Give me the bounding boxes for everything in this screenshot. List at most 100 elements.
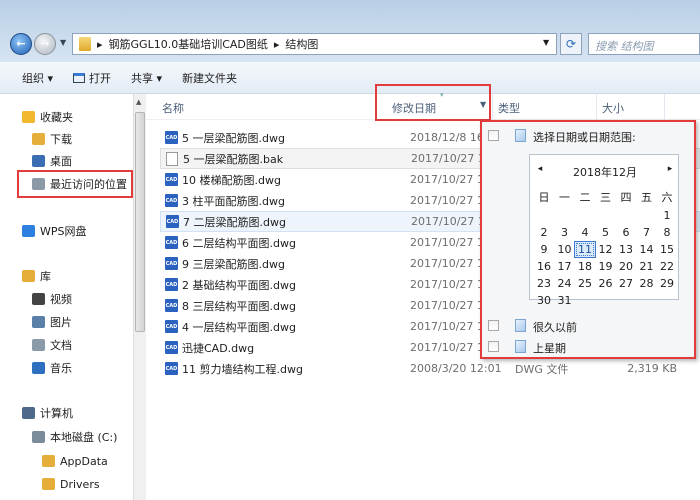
calendar-day[interactable]: 12: [596, 243, 616, 256]
calendar-month-title[interactable]: 2018年12月: [560, 164, 650, 180]
long-ago-label[interactable]: 很久以前: [533, 319, 577, 335]
calendar-day[interactable]: 22: [657, 260, 677, 273]
file-name: 9 三层梁配筋图.dwg: [182, 257, 285, 271]
select-date-label: 选择日期或日期范围:: [533, 131, 636, 144]
computer-icon: [22, 407, 35, 419]
calendar-day[interactable]: 20: [616, 260, 636, 273]
select-date-checkbox[interactable]: [488, 130, 499, 141]
calendar-day[interactable]: 2: [534, 226, 554, 239]
forward-button[interactable]: →: [34, 33, 56, 55]
calendar-day[interactable]: 30: [534, 294, 554, 307]
date-icon: [515, 340, 526, 353]
calendar-day[interactable]: 8: [657, 226, 677, 239]
sidebar-item-label: 音乐: [50, 362, 72, 375]
sidebar-item-label: 收藏夹: [40, 111, 73, 124]
sidebar-item[interactable]: AppData: [42, 451, 108, 471]
sidebar-item[interactable]: 本地磁盘 (C:): [32, 427, 117, 447]
calendar-day[interactable]: 31: [555, 294, 575, 307]
calendar-day[interactable]: 13: [616, 243, 636, 256]
calendar-day[interactable]: 23: [534, 277, 554, 290]
sidebar-item[interactable]: WPS网盘: [22, 221, 87, 241]
calendar-day[interactable]: 26: [596, 277, 616, 290]
long-ago-checkbox[interactable]: [488, 320, 499, 331]
calendar-day[interactable]: 1: [657, 209, 677, 222]
column-divider[interactable]: [664, 94, 665, 120]
weekday-label: 一: [559, 191, 570, 204]
weekday-label: 五: [641, 191, 652, 204]
calendar-day[interactable]: 7: [637, 226, 657, 239]
back-button[interactable]: ←: [10, 33, 32, 55]
calendar-day[interactable]: 29: [657, 277, 677, 290]
share-button[interactable]: 共享 ▾: [121, 62, 172, 94]
calendar-day[interactable]: 11: [575, 243, 595, 256]
cad-file-icon: CAD: [165, 320, 178, 333]
calendar-day[interactable]: 27: [616, 277, 636, 290]
sidebar-item[interactable]: 文档: [32, 335, 72, 355]
date-filter-popup: 选择日期或日期范围: ◂ 2018年12月 ▸ 日一二三四五六123456789…: [480, 120, 696, 359]
cad-file-icon: CAD: [165, 173, 178, 186]
open-button[interactable]: 打开: [63, 62, 121, 94]
file-icon: [166, 151, 178, 166]
file-name: 5 一层梁配筋图.bak: [183, 152, 284, 166]
scroll-up-arrow[interactable]: ▲: [136, 98, 141, 106]
calendar-day[interactable]: 15: [657, 243, 677, 256]
calendar-day[interactable]: 28: [637, 277, 657, 290]
next-month-button[interactable]: ▸: [660, 164, 680, 174]
sidebar-item[interactable]: Drivers: [42, 474, 100, 494]
calendar-day[interactable]: 14: [637, 243, 657, 256]
organize-label: 组织 ▾: [22, 71, 54, 85]
column-name[interactable]: 名称: [162, 100, 184, 116]
file-size: 2,319 KB: [627, 362, 677, 375]
sidebar-item[interactable]: 音乐: [32, 358, 72, 378]
cad-file-icon: CAD: [165, 341, 178, 354]
file-name: 迅捷CAD.dwg: [182, 341, 255, 355]
new-folder-label: 新建文件夹: [182, 71, 238, 85]
sidebar-item[interactable]: 桌面: [32, 151, 72, 171]
calendar-day[interactable]: 24: [555, 277, 575, 290]
sidebar-item[interactable]: 库: [22, 266, 51, 286]
last-week-checkbox[interactable]: [488, 341, 499, 352]
calendar-day[interactable]: 18: [575, 260, 595, 273]
calendar-day[interactable]: 16: [534, 260, 554, 273]
recent-pages-dropdown[interactable]: ▼: [60, 38, 66, 47]
calendar-day[interactable]: 4: [575, 226, 595, 239]
file-row[interactable]: CAD 11 剪力墙结构工程.dwg 2008/3/20 12:01 DWG 文件 2,…: [160, 358, 700, 379]
last-week-label[interactable]: 上星期: [533, 340, 566, 356]
search-input[interactable]: 搜索 结构图: [588, 33, 700, 55]
sidebar-item[interactable]: 收藏夹: [22, 107, 73, 127]
prev-month-button[interactable]: ◂: [530, 164, 550, 174]
address-dropdown[interactable]: ▼: [543, 38, 549, 47]
calendar-day[interactable]: 17: [555, 260, 575, 273]
column-divider[interactable]: [596, 94, 597, 120]
file-name: 8 三层结构平面图.dwg: [182, 299, 296, 313]
address-bar[interactable]: ▸ 钢筋GGL10.0基础培训CAD图纸 ▸ 结构图: [72, 33, 557, 55]
column-divider[interactable]: [492, 94, 493, 120]
calendar-day[interactable]: 3: [555, 226, 575, 239]
calendar-day[interactable]: 5: [596, 226, 616, 239]
sidebar-item-label: 视频: [50, 293, 72, 306]
cad-file-icon: CAD: [165, 299, 178, 312]
calendar-day[interactable]: 21: [637, 260, 657, 273]
breadcrumb-separator: ▸: [97, 37, 103, 51]
organize-button[interactable]: 组织 ▾: [0, 62, 63, 94]
sidebar-item[interactable]: 计算机: [22, 403, 73, 423]
calendar-day[interactable]: 19: [596, 260, 616, 273]
calendar-day[interactable]: 9: [534, 243, 554, 256]
breadcrumb-item[interactable]: 钢筋GGL10.0基础培训CAD图纸: [109, 36, 268, 52]
sidebar-item[interactable]: 下载: [32, 129, 72, 149]
breadcrumb-item[interactable]: 结构图: [285, 36, 318, 52]
calendar-day[interactable]: 10: [555, 243, 575, 256]
file-name: 10 楼梯配筋图.dwg: [182, 173, 281, 187]
calendar-day[interactable]: 6: [616, 226, 636, 239]
highlight-box: [375, 84, 491, 121]
column-type[interactable]: 类型: [498, 100, 520, 116]
sidebar-item[interactable]: 视频: [32, 289, 72, 309]
sidebar-item[interactable]: 图片: [32, 312, 72, 332]
refresh-button[interactable]: ⟳: [560, 33, 582, 55]
calendar-day[interactable]: 25: [575, 277, 595, 290]
new-folder-button[interactable]: 新建文件夹: [172, 62, 247, 94]
file-name: 3 柱平面配筋图.dwg: [182, 194, 285, 208]
weekday-label: 二: [579, 191, 591, 204]
column-size[interactable]: 大小: [602, 100, 624, 116]
sidebar-scroll-thumb[interactable]: [135, 112, 145, 332]
